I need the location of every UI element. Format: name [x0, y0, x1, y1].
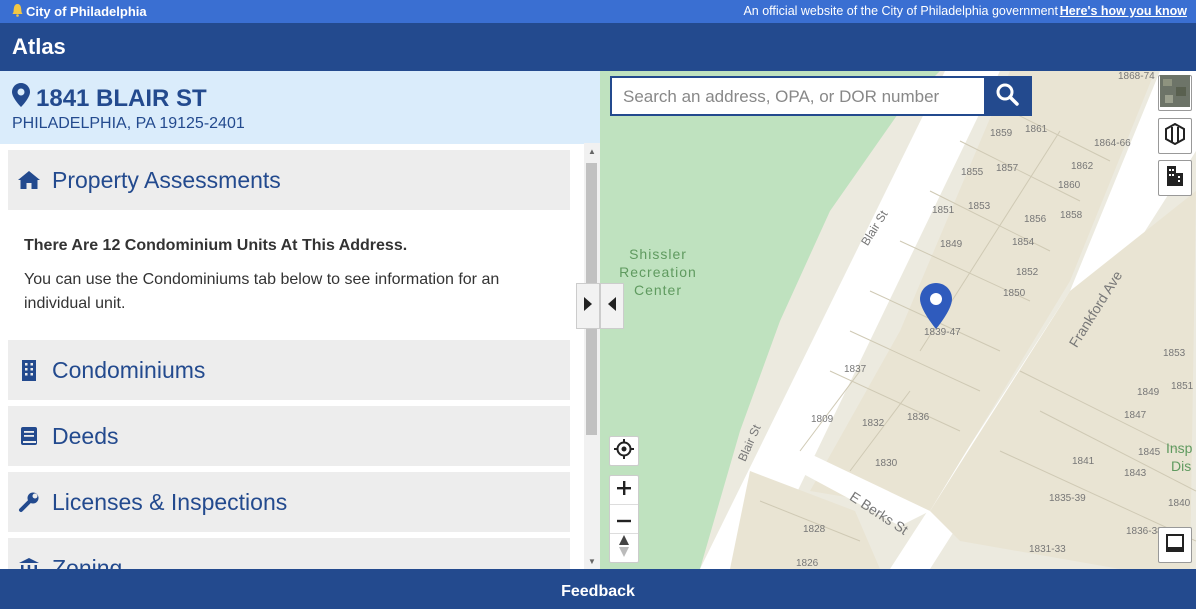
parcel-number: 1849 [940, 239, 963, 250]
city-brand-label: City of Philadelphia [26, 4, 147, 19]
parcel-number: 1832 [862, 418, 885, 429]
data-panel: 1841 BLAIR ST PHILADELPHIA, PA 19125-240… [0, 71, 600, 569]
location-marker-icon[interactable] [920, 283, 952, 334]
poi-label-insp: Insp [1166, 440, 1193, 456]
scroll-up-icon[interactable]: ▲ [587, 147, 597, 156]
address-street: 1841 BLAIR ST [36, 84, 207, 112]
search-icon [995, 82, 1019, 111]
panel-deeds[interactable]: Deeds [8, 406, 570, 466]
parcel-number: 1854 [1012, 237, 1035, 248]
basemap-legend-button[interactable] [1158, 527, 1192, 563]
park-label: Shissler Recreation Center [619, 246, 697, 298]
zoom-out-button[interactable] [610, 505, 638, 534]
poi-label-dis: Dis [1171, 458, 1192, 474]
parcel-number: 1809 [811, 414, 834, 425]
city-brand[interactable]: City of Philadelphia [12, 3, 147, 20]
scroll-down-icon[interactable]: ▼ [587, 557, 597, 566]
parcel-number: 1851 [1171, 381, 1194, 392]
locate-me-button[interactable] [609, 436, 639, 466]
institution-icon [16, 557, 42, 569]
parcel-number: 1851 [932, 205, 955, 216]
zoom-in-button[interactable] [610, 476, 638, 505]
parcel-number: 1856 [1024, 214, 1047, 225]
official-banner: City of Philadelphia An official website… [0, 0, 1196, 23]
search-button[interactable] [984, 78, 1030, 114]
caret-left-icon [607, 296, 617, 317]
official-notice: An official website of the City of Phila… [743, 4, 1058, 18]
minus-icon [617, 510, 631, 528]
parcel-number: 1864-66 [1094, 138, 1131, 149]
aerial-imagery-icon [1160, 74, 1190, 112]
app-header: Atlas [0, 23, 1196, 71]
panel-condominiums[interactable]: Condominiums [8, 340, 570, 400]
parcel-number: 1847 [1124, 410, 1147, 421]
parcel-number: 1843 [1124, 468, 1147, 479]
parcel-number: 1840 [1168, 498, 1191, 509]
parcel-number: 1855 [961, 167, 984, 178]
parcel-number: 1841 [1072, 456, 1095, 467]
parcel-number: 1852 [1016, 267, 1039, 278]
address-header: 1841 BLAIR ST PHILADELPHIA, PA 19125-240… [0, 71, 600, 144]
panel-label: Deeds [52, 422, 119, 449]
condo-notice-heading: There Are 12 Condominium Units At This A… [24, 237, 408, 254]
address-search: Search an address, OPA, or DOR number [610, 76, 1032, 116]
collapse-panel-toggle[interactable] [576, 283, 600, 329]
parcel-number: 1836 [907, 412, 930, 423]
parcel-number: 1862 [1071, 161, 1094, 172]
book-icon [16, 426, 42, 446]
panel-zoning[interactable]: Zoning [8, 538, 570, 569]
address-city: PHILADELPHIA, PA 19125-2401 [12, 115, 245, 132]
compass-icon [618, 534, 630, 562]
condo-notice: There Are 12 Condominium Units At This A… [24, 237, 554, 316]
pictometry-button[interactable] [1158, 118, 1192, 154]
reset-bearing-button[interactable] [610, 534, 638, 562]
panel-label: Licenses & Inspections [52, 488, 288, 515]
parcel-number: 1858 [1060, 210, 1083, 221]
parcel-number: 1857 [996, 163, 1019, 174]
caret-right-icon [583, 296, 593, 317]
condo-notice-body: You can use the Condominiums tab below t… [24, 271, 500, 312]
parcel-number: 1853 [968, 201, 991, 212]
home-icon [16, 170, 42, 190]
expand-map-toggle[interactable] [600, 283, 624, 329]
zoom-controls [609, 475, 639, 563]
parcel-number: 1826 [796, 558, 819, 569]
panel-property-assessments[interactable]: Property Assessments [8, 150, 570, 210]
how-you-know-link[interactable]: Here's how you know [1060, 4, 1187, 18]
parcel-number: 1830 [875, 458, 898, 469]
parcel-number: 1860 [1058, 180, 1081, 191]
parcel-number: 1828 [803, 524, 826, 535]
app-title[interactable]: Atlas [12, 34, 66, 60]
parcel-number: 1868-74 [1118, 71, 1155, 82]
map-view[interactable]: Shissler Recreation Center Blair St Blai… [600, 71, 1196, 569]
feedback-link[interactable]: Feedback [561, 583, 635, 600]
parcel-number: 1850 [1003, 288, 1026, 299]
feedback-bar: Feedback [0, 569, 1196, 609]
street-view-button[interactable] [1158, 160, 1192, 196]
parcel-number: 1849 [1137, 387, 1160, 398]
crosshair-icon [614, 438, 634, 464]
search-input[interactable]: Search an address, OPA, or DOR number [623, 87, 939, 107]
buildings-icon [1165, 164, 1185, 193]
panel-label: Condominiums [52, 356, 206, 383]
panel-label: Zoning [52, 554, 123, 570]
frame-icon [1165, 533, 1185, 558]
parcel-number: 1853 [1163, 348, 1186, 359]
building-icon [16, 359, 42, 381]
panel-licenses-inspections[interactable]: Licenses & Inspections [8, 472, 570, 532]
parcel-number: 1845 [1138, 447, 1161, 458]
panel-label: Property Assessments [52, 166, 281, 193]
wrench-icon [16, 491, 42, 513]
map-marker-icon [12, 83, 30, 114]
parcel-number: 1831-33 [1029, 544, 1066, 555]
parcel-number: 1835-39 [1049, 493, 1086, 504]
pictometry-icon [1165, 122, 1185, 150]
plus-icon [617, 480, 631, 500]
liberty-bell-icon [12, 3, 23, 20]
imagery-toggle-button[interactable] [1158, 74, 1192, 112]
parcel-number: 1859 [990, 128, 1013, 139]
parcel-number: 1837 [844, 364, 867, 375]
parcel-number: 1861 [1025, 124, 1048, 135]
